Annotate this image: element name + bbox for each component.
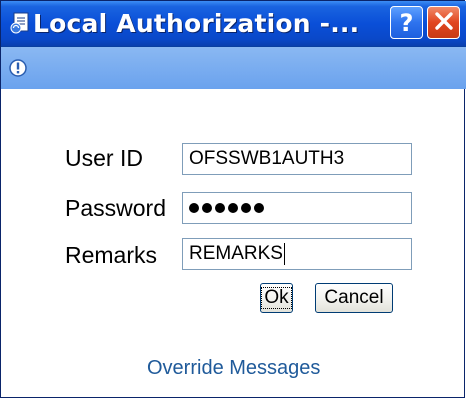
ok-button[interactable]: Ok xyxy=(260,283,293,313)
remarks-value: REMARKS xyxy=(189,243,283,264)
ok-button-label: Ok xyxy=(261,287,292,309)
remarks-field[interactable]: REMARKS xyxy=(182,238,412,270)
window-title: Local Authorization -... xyxy=(33,9,360,38)
remarks-label: Remarks xyxy=(65,242,158,268)
password-mask xyxy=(189,203,264,213)
password-label: Password xyxy=(65,195,166,221)
password-field[interactable] xyxy=(182,192,412,224)
close-button[interactable] xyxy=(427,6,460,39)
help-icon: ? xyxy=(399,8,414,37)
window-app-icon xyxy=(10,12,30,34)
local-authorization-dialog: Local Authorization -... ? User ID Passw… xyxy=(0,0,466,398)
user-id-label: User ID xyxy=(65,145,143,171)
title-bar[interactable]: Local Authorization -... ? xyxy=(1,1,466,47)
help-button[interactable]: ? xyxy=(390,6,423,39)
cancel-button[interactable]: Cancel xyxy=(315,283,393,313)
override-messages-link[interactable]: Override Messages xyxy=(147,355,320,381)
user-id-field[interactable] xyxy=(182,143,412,175)
text-caret xyxy=(283,242,285,265)
message-bar xyxy=(1,47,466,89)
warning-info-icon xyxy=(8,58,28,78)
close-icon xyxy=(434,11,454,35)
